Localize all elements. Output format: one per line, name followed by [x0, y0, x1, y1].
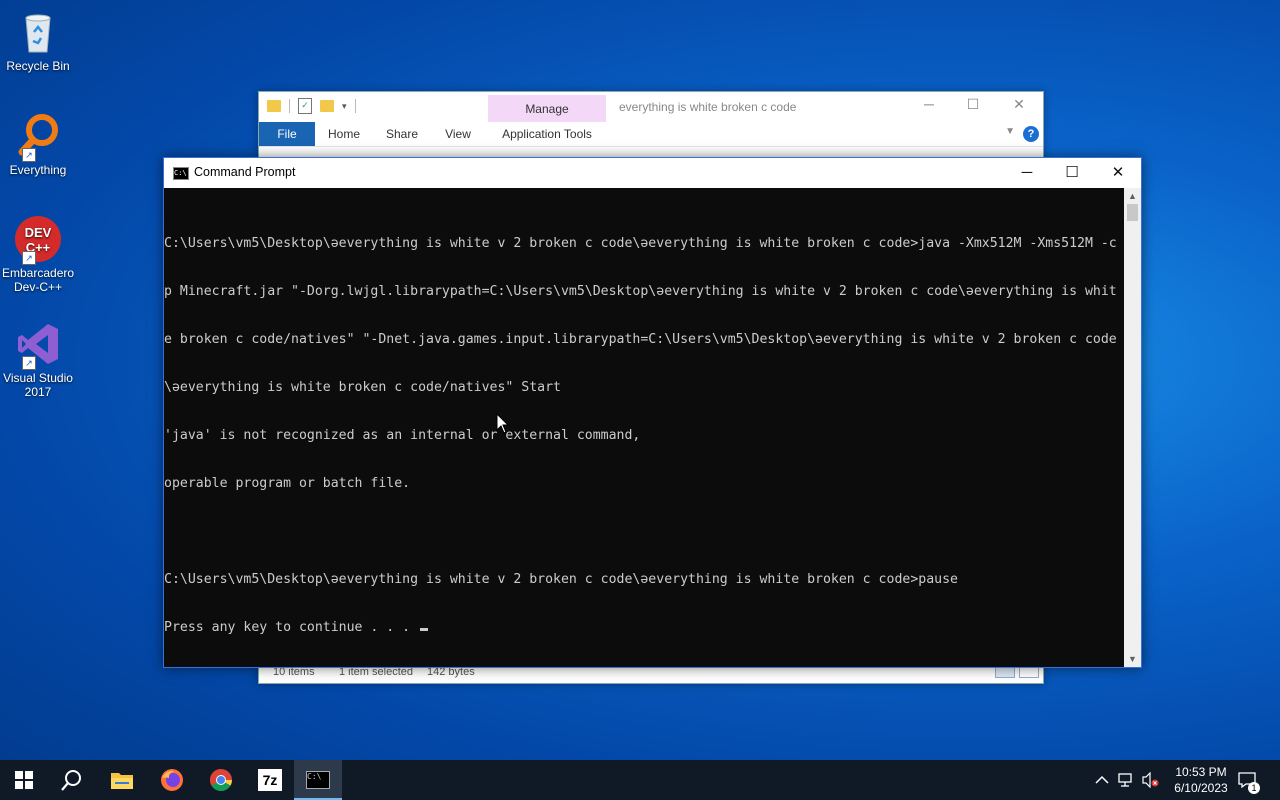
- clock-time: 10:53 PM: [1175, 765, 1227, 779]
- explorer-minimize-button[interactable]: ─: [909, 96, 949, 112]
- search-button[interactable]: [48, 760, 96, 800]
- svg-text:DEV: DEV: [25, 225, 52, 240]
- console-output[interactable]: C:\Users\vm5\Desktop\ǝeverything is whit…: [164, 188, 1124, 667]
- customize-dropdown-icon[interactable]: ▾: [342, 101, 347, 112]
- console-line: C:\Users\vm5\Desktop\ǝeverything is whit…: [164, 572, 958, 587]
- chrome-icon: [210, 769, 232, 791]
- cmd-titlebar[interactable]: C:\ Command Prompt ─ ☐ ✕: [164, 158, 1141, 188]
- taskbar-7zip[interactable]: 7z: [246, 760, 294, 800]
- quick-access-toolbar: ✓ ▾: [267, 98, 356, 114]
- cmd-close-button[interactable]: ✕: [1095, 158, 1141, 188]
- console-cursor: [420, 628, 429, 631]
- explorer-maximize-button[interactable]: ☐: [953, 96, 993, 113]
- scroll-up-arrow-icon[interactable]: ▲: [1124, 188, 1141, 204]
- shortcut-arrow-icon: ↗: [22, 148, 36, 162]
- ribbon-tab-view[interactable]: View: [435, 122, 481, 146]
- everything-magnifier-icon: ↗: [14, 112, 62, 162]
- dev-cpp-logo-icon: DEV C++ ↗: [14, 215, 62, 265]
- start-button[interactable]: [0, 760, 48, 800]
- cmd-vertical-scrollbar[interactable]: ▲ ▼: [1124, 188, 1141, 667]
- console-line: p Minecraft.jar "-Dorg.lwjgl.librarypath…: [164, 284, 1117, 299]
- cmd-minimize-button[interactable]: ─: [1004, 158, 1050, 188]
- system-clock[interactable]: 10:53 PM 6/10/2023: [1166, 764, 1236, 796]
- desktop-icon-visual-studio[interactable]: ↗ Visual Studio 2017: [2, 320, 74, 399]
- explorer-window-title: everything is white broken c code: [619, 100, 797, 114]
- scrollbar-thumb[interactable]: [1127, 204, 1138, 221]
- shortcut-arrow-icon: ↗: [22, 356, 36, 370]
- taskbar-chrome[interactable]: [197, 760, 245, 800]
- ribbon-tab-share[interactable]: Share: [379, 122, 425, 146]
- desktop-icon-label: Visual Studio 2017: [3, 371, 73, 399]
- console-prompt-line: Press any key to continue . . .: [164, 620, 1124, 636]
- toolbar-divider: [354, 99, 356, 113]
- scroll-down-arrow-icon[interactable]: ▼: [1124, 651, 1141, 667]
- desktop-icon-everything[interactable]: ↗ Everything: [2, 112, 74, 177]
- console-line: C:\Users\vm5\Desktop\ǝeverything is whit…: [164, 236, 1117, 251]
- help-icon[interactable]: ?: [1023, 126, 1039, 142]
- console-line: 'java' is not recognized as an internal …: [164, 428, 641, 443]
- network-icon[interactable]: [1118, 760, 1136, 800]
- notification-count-badge: 1: [1248, 782, 1260, 794]
- shortcut-arrow-icon: ↗: [22, 251, 36, 265]
- file-explorer-icon: [111, 773, 133, 789]
- console-line: \ǝeverything is white broken c code/nati…: [164, 380, 561, 395]
- expand-ribbon-chevron-icon[interactable]: ▼: [1005, 126, 1015, 137]
- taskbar-file-explorer[interactable]: [98, 760, 146, 800]
- cmd-window-title: Command Prompt: [194, 165, 296, 179]
- ribbon-tab-file[interactable]: File: [259, 122, 315, 146]
- windows-logo-icon: [15, 771, 33, 789]
- desktop-icon-label: Embarcadero Dev-C++: [2, 266, 75, 294]
- taskbar-firefox[interactable]: [148, 760, 196, 800]
- folder-icon: [267, 100, 281, 112]
- ribbon-tab-application-tools[interactable]: Application Tools: [488, 122, 606, 146]
- command-prompt-window[interactable]: C:\ Command Prompt ─ ☐ ✕ C:\Users\vm5\De…: [163, 157, 1142, 668]
- explorer-close-button[interactable]: ✕: [999, 96, 1039, 113]
- desktop-icon-label: Everything: [9, 163, 67, 177]
- action-center-button[interactable]: 1: [1238, 760, 1260, 800]
- console-line: e broken c code/natives" "-Dnet.java.gam…: [164, 332, 1117, 347]
- cmd-maximize-button[interactable]: ☐: [1049, 158, 1095, 188]
- new-folder-icon[interactable]: [320, 100, 334, 112]
- show-hidden-icons-chevron-icon[interactable]: [1095, 760, 1109, 800]
- taskbar-command-prompt[interactable]: C:\: [294, 760, 342, 800]
- console-line: operable program or batch file.: [164, 476, 411, 491]
- command-prompt-icon: C:\: [173, 167, 189, 180]
- recycle-bin-icon: [14, 8, 62, 56]
- firefox-icon: [161, 769, 183, 791]
- volume-muted-icon[interactable]: [1142, 760, 1160, 800]
- toolbar-divider: [289, 99, 290, 113]
- ribbon-tab-home[interactable]: Home: [321, 122, 367, 146]
- search-icon: [61, 770, 81, 791]
- explorer-titlebar[interactable]: ✓ ▾ Manage everything is white broken c …: [259, 92, 1043, 122]
- desktop-icon-dev-cpp[interactable]: DEV C++ ↗ Embarcadero Dev-C++: [2, 215, 74, 294]
- taskbar: 7z C:\ 10:53 PM 6/10/2023 1: [0, 760, 1280, 800]
- manage-contextual-tab[interactable]: Manage: [488, 95, 606, 122]
- desktop-icon-label: Recycle Bin: [6, 59, 70, 73]
- explorer-ribbon-tabs: File Home Share View Application Tools ▼…: [259, 122, 1043, 147]
- visual-studio-icon: ↗: [14, 320, 62, 370]
- desktop-icon-recycle-bin[interactable]: Recycle Bin: [2, 8, 74, 73]
- console-pause-text: Press any key to continue . . .: [164, 620, 419, 635]
- clock-date: 6/10/2023: [1174, 781, 1228, 795]
- 7zip-icon: 7z: [258, 769, 282, 791]
- properties-icon[interactable]: ✓: [298, 98, 312, 114]
- command-prompt-icon: C:\: [306, 771, 330, 789]
